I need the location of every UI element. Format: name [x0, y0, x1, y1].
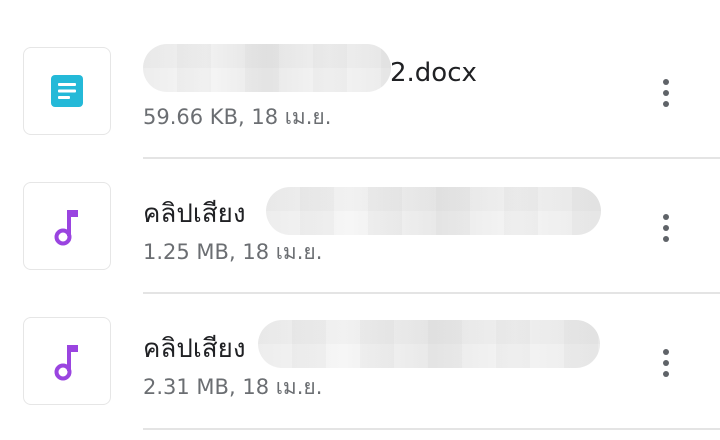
- meta-separator: ,: [237, 105, 252, 129]
- document-icon: [51, 75, 83, 107]
- more-vert-icon: [663, 349, 669, 355]
- file-size: 1.25 MB: [143, 240, 229, 264]
- file-size: 2.31 MB: [143, 375, 229, 399]
- file-name-prefix: คลิปเสียง: [143, 334, 246, 364]
- divider: [143, 428, 720, 430]
- list-item[interactable]: คลิปเสียง 2.31 MB, 18 เม.ย.: [0, 270, 720, 405]
- list-item[interactable]: 2.docx 59.66 KB, 18 เม.ย.: [0, 0, 720, 135]
- file-date: 18 เม.ย.: [251, 105, 332, 129]
- file-name-suffix: 2.docx: [390, 58, 477, 88]
- file-thumbnail: [23, 47, 111, 135]
- file-meta: 59.66 KB, 18 เม.ย.: [143, 101, 331, 134]
- file-date: 18 เม.ย.: [242, 240, 323, 264]
- meta-separator: ,: [228, 240, 243, 264]
- file-meta: 2.31 MB, 18 เม.ย.: [143, 371, 322, 404]
- meta-separator: ,: [228, 375, 243, 399]
- file-meta: 1.25 MB, 18 เม.ย.: [143, 236, 322, 269]
- file-thumbnail: [23, 317, 111, 405]
- redacted-filename: [258, 320, 600, 368]
- more-options-button[interactable]: [650, 204, 682, 252]
- more-vert-icon: [663, 214, 669, 220]
- list-item[interactable]: คลิปเสียง 1.25 MB, 18 เม.ย.: [0, 135, 720, 270]
- redacted-filename: [143, 44, 391, 92]
- file-thumbnail: [23, 182, 111, 270]
- music-note-icon: [54, 345, 78, 381]
- more-options-button[interactable]: [650, 339, 682, 387]
- file-name-prefix: คลิปเสียง: [143, 199, 246, 229]
- file-size: 59.66 KB: [143, 105, 238, 129]
- file-date: 18 เม.ย.: [242, 375, 323, 399]
- music-note-icon: [54, 210, 78, 246]
- more-options-button[interactable]: [650, 69, 682, 117]
- more-vert-icon: [663, 79, 669, 85]
- redacted-filename: [266, 187, 601, 235]
